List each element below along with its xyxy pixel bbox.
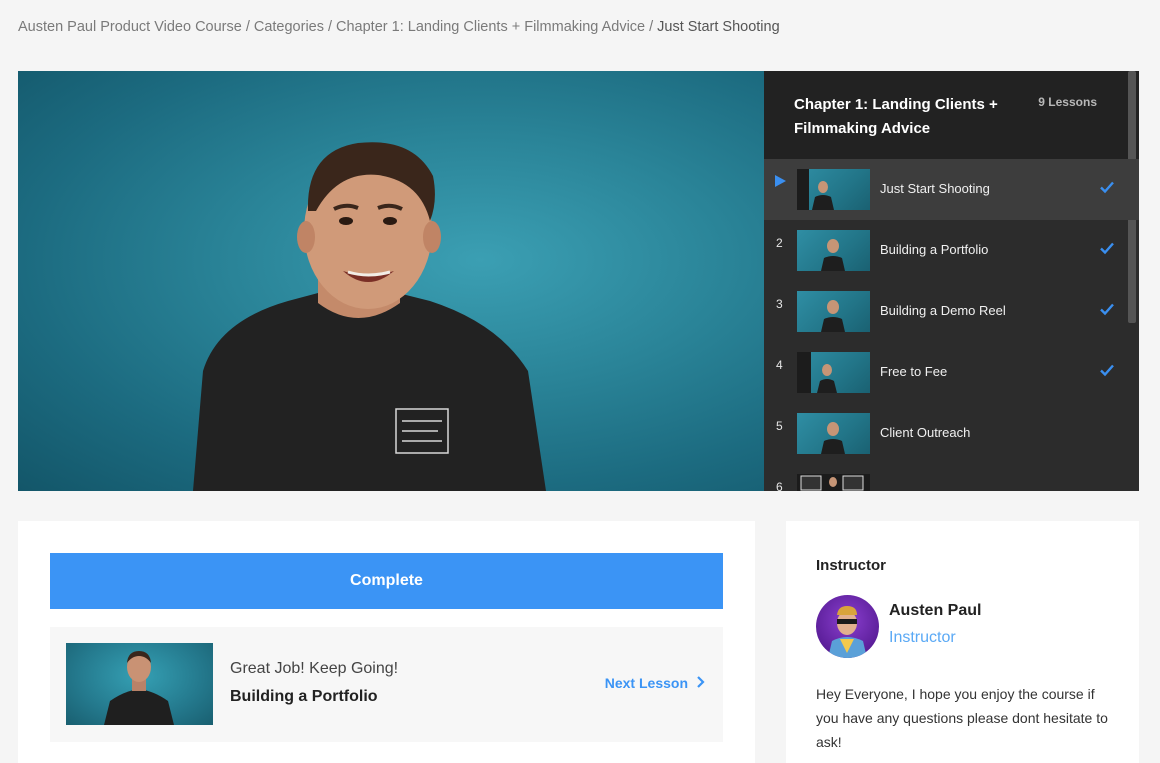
breadcrumb-separator: / <box>649 19 654 35</box>
completed-check-icon <box>1100 303 1114 316</box>
lesson-item-6[interactable]: 6 <box>764 464 1139 491</box>
lesson-title: Just Start Shooting <box>880 181 990 196</box>
video-player[interactable] <box>18 71 764 491</box>
breadcrumb: Austen Paul Product Video Course / Categor… <box>18 19 780 35</box>
breadcrumb-separator: / <box>327 19 333 35</box>
chevron-right-icon <box>696 675 705 691</box>
lesson-number: 2 <box>776 236 783 250</box>
instructor-role: Instructor <box>889 629 956 646</box>
lesson-thumbnail <box>797 413 870 454</box>
complete-button[interactable]: Complete <box>50 553 723 609</box>
now-playing-icon <box>775 175 786 187</box>
instructor-bio: Hey Everyone, I hope you enjoy the cours… <box>816 686 1108 750</box>
completed-check-icon <box>1100 242 1114 255</box>
lesson-title: Building a Demo Reel <box>880 303 1006 318</box>
next-lesson-link[interactable]: Next Lesson <box>605 675 705 691</box>
lesson-thumbnail <box>797 291 870 332</box>
next-lesson-thumbnail[interactable] <box>66 643 213 725</box>
lesson-item-building-a-portfolio[interactable]: 2 Building a Portfolio <box>764 220 1139 281</box>
instructor-card: Instructor Austen Paul Instructor Hey Ev… <box>786 521 1139 763</box>
completed-check-icon <box>1100 364 1114 377</box>
completed-check-icon <box>1100 181 1114 194</box>
lesson-page: Austen Paul Product Video Course / Categor… <box>0 0 1160 763</box>
lesson-number: 4 <box>776 358 783 372</box>
lesson-thumbnail <box>797 169 870 210</box>
lesson-title: Client Outreach <box>880 425 971 440</box>
next-lesson-kicker: Great Job! Keep Going! <box>230 660 399 677</box>
lesson-item-building-a-demo-reel[interactable]: 3 Building a Demo Reel <box>764 281 1139 342</box>
lesson-number: 6 <box>776 480 783 491</box>
lesson-count: 9 Lessons <box>1038 95 1097 109</box>
instructor-name: Austen Paul <box>889 602 982 619</box>
lesson-player: Chapter 1: Landing Clients + Filmmaking … <box>18 71 1139 491</box>
instructor-avatar[interactable] <box>816 595 879 658</box>
lesson-number: 5 <box>776 419 783 433</box>
lesson-title: Building a Portfolio <box>880 242 989 257</box>
lesson-item-free-to-fee[interactable]: 4 Free to Fee <box>764 342 1139 403</box>
breadcrumb-chapter[interactable]: Chapter 1: Landing Clients + Filmmaking … <box>336 19 645 35</box>
chapter-title: Chapter 1: Landing Clients + Filmmaking … <box>794 96 998 137</box>
lesson-item-just-start-shooting[interactable]: Just Start Shooting <box>764 159 1139 220</box>
breadcrumb-categories[interactable]: Categories <box>254 19 324 35</box>
next-lesson-label: Next Lesson <box>604 675 688 691</box>
lesson-thumbnail <box>797 230 870 271</box>
lesson-playlist: Chapter 1: Landing Clients + Filmmaking … <box>764 71 1139 491</box>
lesson-title: Free to Fee <box>880 364 948 379</box>
lesson-thumbnail <box>797 352 870 393</box>
lesson-number: 3 <box>776 297 783 311</box>
lesson-actions-card: Complete Great Job! Keep Going! Building… <box>18 521 755 763</box>
next-lesson-panel: Great Job! Keep Going! Building a Portfo… <box>50 627 723 742</box>
instructor-heading: Instructor <box>816 557 887 574</box>
breadcrumb-current: Just Start Shooting <box>657 19 780 35</box>
lesson-item-client-outreach[interactable]: 5 Client Outreach <box>764 403 1139 464</box>
lesson-thumbnail <box>797 474 870 491</box>
breadcrumb-separator: / <box>245 19 250 35</box>
presenter-frame <box>193 142 546 491</box>
playlist-header: Chapter 1: Landing Clients + Filmmaking … <box>764 71 1139 159</box>
next-lesson-title: Building a Portfolio <box>230 688 378 705</box>
breadcrumb-course[interactable]: Austen Paul Product Video Course <box>18 19 242 35</box>
